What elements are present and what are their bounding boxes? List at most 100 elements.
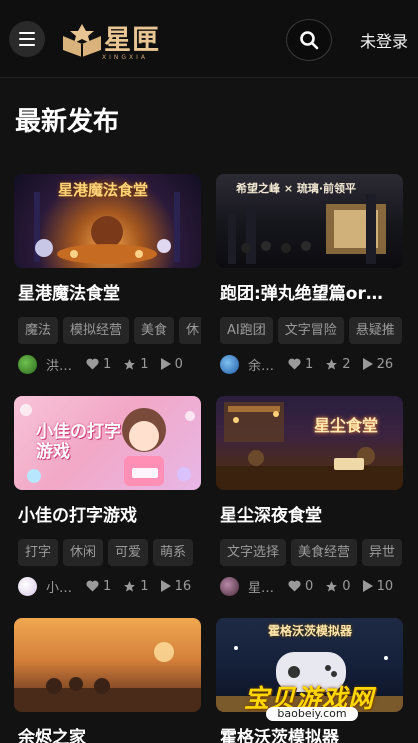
like-stat[interactable]: 1 bbox=[86, 579, 111, 594]
search-icon bbox=[300, 31, 319, 50]
star-icon bbox=[326, 580, 338, 592]
tag[interactable]: 模拟经营 bbox=[63, 317, 130, 344]
play-stat: 0 bbox=[160, 356, 183, 372]
tag-list: AI跑团 文字冒险 悬疑推 bbox=[220, 317, 403, 345]
like-count: 0 bbox=[305, 578, 314, 594]
heart-icon bbox=[288, 580, 301, 592]
star-count: 2 bbox=[342, 356, 351, 372]
star-icon bbox=[326, 358, 338, 370]
star-stat[interactable]: 0 bbox=[325, 578, 351, 594]
menu-button[interactable] bbox=[9, 21, 45, 57]
game-thumbnail[interactable]: 星尘食堂 bbox=[216, 396, 403, 490]
tag[interactable]: 萌系 bbox=[153, 539, 194, 566]
watermark: 宝贝游戏网 baobeiy.com bbox=[238, 679, 388, 723]
play-stat: 16 bbox=[160, 578, 192, 594]
game-card[interactable]: 希望之峰 × 琉璃·前领平 跑团:弹丸绝望篇or… AI跑团 文字冒险 悬疑推 余…… bbox=[216, 174, 403, 374]
author-name[interactable]: 星… bbox=[248, 577, 276, 596]
play-icon bbox=[160, 580, 171, 592]
author-name[interactable]: 小… bbox=[46, 577, 74, 596]
play-stat: 26 bbox=[362, 356, 394, 372]
logo[interactable]: 星匣 XINGXIA bbox=[60, 20, 160, 61]
like-stat[interactable]: 1 bbox=[86, 357, 111, 372]
like-count: 1 bbox=[103, 578, 112, 594]
play-count: 0 bbox=[174, 356, 183, 372]
top-bar: 星匣 XINGXIA 未登录 bbox=[0, 0, 418, 78]
star-count: 0 bbox=[342, 578, 351, 594]
thumbnail-title: 霍格沃茨模拟器 bbox=[268, 624, 353, 638]
game-card[interactable]: 小佳の打字游戏 小佳の打字游戏 打字 休闲 可爱 萌系 小… 1 1 16 bbox=[14, 396, 201, 596]
avatar[interactable] bbox=[18, 576, 37, 596]
card-meta: 星… 0 0 10 bbox=[220, 576, 406, 596]
star-icon bbox=[124, 580, 136, 592]
card-title[interactable]: 余烬之家 bbox=[18, 723, 198, 743]
star-stat[interactable]: 2 bbox=[325, 356, 351, 372]
card-title[interactable]: 跑团:弹丸绝望篇or… bbox=[220, 279, 400, 304]
thumbnail-title: 小佳の打字游戏 bbox=[36, 422, 121, 462]
thumbnail-title: 希望之峰 × 琉璃·前领平 bbox=[236, 182, 357, 195]
game-thumbnail[interactable]: 希望之峰 × 琉璃·前领平 bbox=[216, 174, 403, 268]
tag[interactable]: 文字冒险 bbox=[277, 317, 344, 344]
card-title[interactable]: 星港魔法食堂 bbox=[18, 279, 198, 304]
thumbnail-title: 星港魔法食堂 bbox=[58, 181, 149, 199]
heart-icon bbox=[288, 358, 301, 370]
card-meta: 洪… 1 1 0 bbox=[18, 354, 204, 374]
like-stat[interactable]: 1 bbox=[288, 357, 313, 372]
play-count: 10 bbox=[376, 578, 394, 594]
tag[interactable]: 休闲 bbox=[63, 539, 104, 566]
play-count: 16 bbox=[174, 578, 192, 594]
card-meta: 余… 1 2 26 bbox=[220, 354, 406, 374]
tag[interactable]: 魔法 bbox=[18, 317, 59, 344]
tag-list: 文字选择 美食经营 异世 bbox=[220, 539, 403, 567]
game-card[interactable]: 余烬之家 bbox=[14, 618, 201, 743]
box-logo-icon bbox=[63, 24, 101, 57]
game-thumbnail[interactable]: 小佳の打字游戏 bbox=[14, 396, 201, 490]
game-thumbnail[interactable] bbox=[14, 618, 201, 712]
tag[interactable]: AI跑团 bbox=[220, 317, 273, 344]
tag[interactable]: 美食经营 bbox=[291, 539, 358, 566]
avatar[interactable] bbox=[220, 576, 239, 596]
search-button[interactable] bbox=[286, 19, 332, 61]
avatar[interactable] bbox=[18, 354, 37, 374]
heart-icon bbox=[86, 358, 99, 370]
play-count: 26 bbox=[376, 356, 394, 372]
tag-list: 魔法 模拟经营 美食休 bbox=[18, 317, 201, 345]
tag-list: 打字 休闲 可爱 萌系 bbox=[18, 539, 201, 567]
tag[interactable]: 打字 bbox=[18, 539, 59, 566]
play-icon bbox=[362, 580, 373, 592]
game-thumbnail[interactable]: 星港魔法食堂 bbox=[14, 174, 201, 268]
tag[interactable]: 美食 bbox=[134, 317, 175, 344]
like-stat[interactable]: 0 bbox=[288, 579, 313, 594]
star-stat[interactable]: 1 bbox=[123, 578, 149, 594]
play-icon bbox=[362, 358, 373, 370]
star-icon bbox=[124, 358, 136, 370]
author-name[interactable]: 洪… bbox=[46, 355, 74, 374]
play-icon bbox=[160, 358, 171, 370]
tag[interactable]: 文字选择 bbox=[220, 539, 287, 566]
logo-text: 星匣 bbox=[104, 24, 160, 56]
play-stat: 10 bbox=[362, 578, 394, 594]
game-card[interactable]: 星尘食堂 星尘深夜食堂 文字选择 美食经营 异世 星… 0 0 10 bbox=[216, 396, 403, 596]
section-title: 最新发布 bbox=[15, 107, 120, 137]
login-link[interactable]: 未登录 bbox=[360, 28, 408, 52]
star-stat[interactable]: 1 bbox=[123, 356, 149, 372]
like-count: 1 bbox=[305, 356, 314, 372]
card-title[interactable]: 小佳の打字游戏 bbox=[18, 501, 198, 526]
tag[interactable]: 休 bbox=[179, 317, 201, 344]
menu-icon bbox=[19, 32, 35, 46]
tag[interactable]: 异世 bbox=[362, 539, 403, 566]
avatar[interactable] bbox=[220, 354, 239, 374]
thumbnail-title: 星尘食堂 bbox=[314, 416, 379, 435]
heart-icon bbox=[86, 580, 99, 592]
card-title[interactable]: 霍格沃茨模拟器 bbox=[220, 723, 400, 743]
card-title[interactable]: 星尘深夜食堂 bbox=[220, 501, 400, 526]
logo-subtext: XINGXIA bbox=[102, 54, 149, 61]
star-count: 1 bbox=[140, 356, 149, 372]
card-meta: 小… 1 1 16 bbox=[18, 576, 204, 596]
author-name[interactable]: 余… bbox=[248, 355, 276, 374]
game-card[interactable]: 星港魔法食堂 星港魔法食堂 魔法 模拟经营 美食休 洪… 1 1 0 bbox=[14, 174, 201, 374]
watermark-url: baobeiy.com bbox=[266, 707, 358, 721]
star-count: 1 bbox=[140, 578, 149, 594]
like-count: 1 bbox=[103, 356, 112, 372]
tag[interactable]: 悬疑推 bbox=[348, 317, 402, 344]
tag[interactable]: 可爱 bbox=[108, 539, 149, 566]
